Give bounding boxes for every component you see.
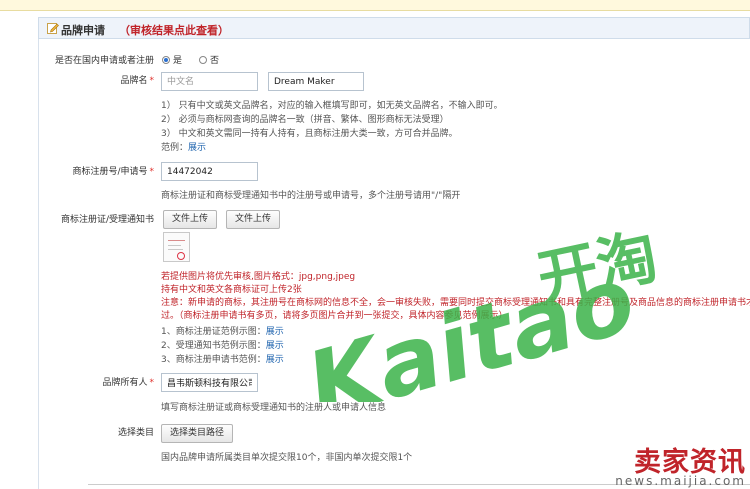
- left-divider: [38, 39, 39, 489]
- brand-note-3: 3） 中文和英文需同一持有人持有，且商标注册大类一致，方可合并品牌。: [161, 129, 458, 139]
- cert-req-4: 过。（商标注册申请书有多页，请将多页图片合并到一张提交，具体内容参见范例展示）: [161, 311, 508, 321]
- cert-examples: 1、商标注册证范例示图：展示 2、受理通知书范例示图：展示 3、商标注册申请书范…: [161, 325, 284, 367]
- watermark-latin-text: Kaitao: [300, 246, 646, 402]
- brand-example-link[interactable]: 展示: [188, 143, 206, 153]
- reg-no-input[interactable]: [161, 162, 258, 181]
- radio-selected-icon: [162, 55, 170, 64]
- cert-requirements: 若提供图片将优先审核,图片格式：jpg,png,jpeg 持有中文和英文各商标证…: [161, 271, 750, 323]
- cert-example-2-link[interactable]: 展示: [266, 341, 284, 351]
- reg-no-note: 商标注册证和商标受理通知书中的注册号或申请号，多个注册号请用"/"隔开: [161, 191, 461, 201]
- maijia-logo: 卖家资讯 news.maijia.com: [604, 440, 750, 489]
- maijia-url: news.maijia.com: [615, 474, 746, 488]
- upload-button-2[interactable]: 文件上传: [226, 210, 281, 229]
- category-label: 选择类目: [117, 428, 154, 438]
- domestic-yes-radio[interactable]: 是: [162, 53, 182, 66]
- cert-req-1: 若提供图片将优先审核,图片格式：jpg,png,jpeg: [161, 272, 356, 282]
- brand-name-cn-input[interactable]: [161, 72, 258, 91]
- edit-icon: [47, 23, 59, 34]
- category-note: 国内品牌申请所属类目单次提交限10个，非国内单次提交限1个: [161, 453, 413, 463]
- brand-name-en-input[interactable]: [268, 72, 364, 91]
- select-category-button[interactable]: 选择类目路径: [161, 424, 234, 443]
- brand-name-label: 品牌名 *: [120, 76, 154, 86]
- cert-example-1: 1、商标注册证范例示图：展示: [161, 327, 284, 337]
- uploaded-certificate-thumbnail[interactable]: [163, 232, 190, 262]
- cert-example-3: 3、商标注册申请书范例：展示: [161, 355, 284, 365]
- brand-example-row: 范例：展示: [161, 143, 207, 153]
- brand-note-2: 2） 必须与商标网查询的品牌名一致（拼音、繁体、图形商标无法受理）: [161, 115, 449, 125]
- domestic-no-radio[interactable]: 否: [199, 53, 219, 66]
- cert-req-3: 注意：新申请的商标，其注册号在商标网的信息不全，会一审核失败，需要同时提交商标受…: [161, 298, 750, 308]
- owner-input[interactable]: [161, 373, 258, 392]
- domestic-label: 是否在国内申请或者注册: [54, 56, 154, 66]
- panel-title: 品牌申请: [61, 24, 105, 37]
- upload-button-1[interactable]: 文件上传: [163, 210, 218, 229]
- review-result-link[interactable]: （审核结果点此查看）: [119, 22, 229, 38]
- owner-note: 填写商标注册证或商标受理通知书的注册人或申请人信息: [161, 403, 387, 413]
- cert-label: 商标注册证/受理通知书: [60, 215, 154, 225]
- reg-no-label: 商标注册号/申请号 *: [72, 167, 154, 177]
- cert-example-3-link[interactable]: 展示: [266, 355, 284, 365]
- radio-unselected-icon: [199, 55, 207, 64]
- brand-note-1: 1） 只有中文或英文品牌名，对应的输入框填写即可，如无英文品牌名，不输入即可。: [161, 101, 503, 111]
- cert-example-2: 2、受理通知书范例示图：展示: [161, 341, 284, 351]
- top-notice-strip: [0, 0, 750, 11]
- cert-example-1-link[interactable]: 展示: [266, 327, 284, 337]
- cert-req-2: 持有中文和英文各商标证可上传2张: [161, 285, 302, 295]
- panel-header: 品牌申请 （审核结果点此查看）: [38, 17, 750, 39]
- owner-label: 品牌所有人 *: [102, 378, 154, 388]
- brand-name-notes: 1） 只有中文或英文品牌名，对应的输入框填写即可，如无英文品牌名，不输入即可。 …: [161, 99, 503, 155]
